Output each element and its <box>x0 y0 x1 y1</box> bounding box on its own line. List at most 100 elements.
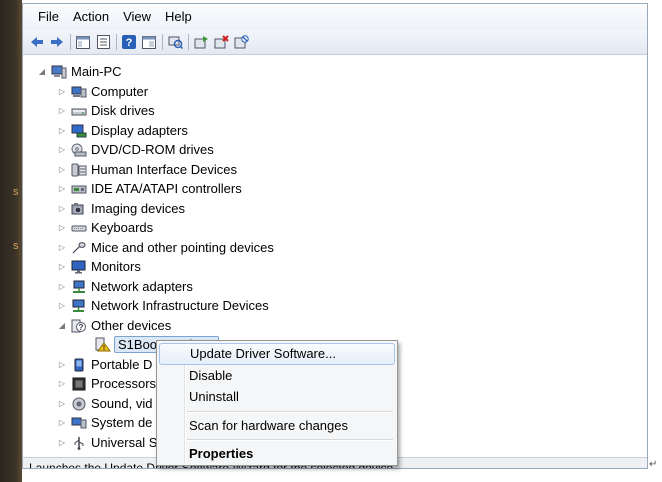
tree-item-display-adapters[interactable]: ▷ Display adapters <box>57 121 188 140</box>
update-driver-software-menu-item[interactable]: Update Driver Software... <box>159 343 395 365</box>
expand-arrow-icon[interactable]: ▷ <box>57 399 67 409</box>
tree-item-label: DVD/CD-ROM drives <box>91 142 214 157</box>
expand-arrow-icon[interactable]: ▷ <box>57 106 67 116</box>
expand-arrow-icon[interactable]: ▷ <box>57 184 67 194</box>
disable-icon[interactable] <box>233 34 249 50</box>
tree-item-sound-video[interactable]: ▷ Sound, vid <box>57 394 153 413</box>
expand-arrow-icon[interactable]: ▷ <box>57 301 67 311</box>
toolbar-separator <box>70 34 71 50</box>
update-driver-icon[interactable] <box>193 34 209 50</box>
view-icon[interactable] <box>141 34 157 50</box>
tree-item-usb-controllers[interactable]: ▷ Universal S <box>57 433 158 452</box>
monitor-icon <box>70 259 88 275</box>
expand-arrow-icon[interactable]: ▷ <box>57 360 67 370</box>
tree-item-network-adapters[interactable]: ▷ Network adapters <box>57 277 193 296</box>
properties-icon[interactable] <box>95 34 111 50</box>
tree-item-imaging-devices[interactable]: ▷ Imaging devices <box>57 199 185 218</box>
back-arrow-icon[interactable] <box>29 34 45 50</box>
tree-item-system-devices[interactable]: ▷ System de <box>57 413 153 432</box>
menu-file[interactable]: File <box>31 4 66 30</box>
expand-arrow-icon[interactable]: ▷ <box>57 145 67 155</box>
scan-hardware-icon[interactable] <box>167 34 183 50</box>
context-menu: Update Driver Software... Disable Uninst… <box>156 340 398 466</box>
tree-item-keyboards[interactable]: ▷ Keyboards <box>57 218 153 237</box>
expand-arrow-icon[interactable]: ▷ <box>57 262 67 272</box>
computer-icon <box>50 64 68 80</box>
tree-item-label: IDE ATA/ATAPI controllers <box>91 181 242 196</box>
tree-item-human-interface-devices[interactable]: ▷ Human Interface Devices <box>57 160 237 179</box>
tree-item-label: Network Infrastructure Devices <box>91 298 269 313</box>
camera-icon <box>70 201 88 217</box>
tree-item-label: Network adapters <box>91 279 193 294</box>
computer-icon <box>70 84 88 100</box>
warning-device-icon: ! <box>93 337 111 353</box>
tree-item-label: Portable D <box>91 357 153 372</box>
tree-root[interactable]: ◢ Main-PC <box>37 62 122 81</box>
speaker-icon <box>70 396 88 412</box>
expand-arrow-icon[interactable]: ▷ <box>57 223 67 233</box>
background-text-fragment: s <box>13 186 19 198</box>
context-menu-separator <box>187 411 393 413</box>
tree-item-disk-drives[interactable]: ▷ Disk drives <box>57 101 155 120</box>
display-adapter-icon <box>70 123 88 139</box>
expand-arrow-icon[interactable]: ▷ <box>57 165 67 175</box>
expand-arrow-icon[interactable]: ▷ <box>57 282 67 292</box>
tree-item-mice[interactable]: ▷ Mice and other pointing devices <box>57 238 274 257</box>
system-device-icon <box>70 415 88 431</box>
network-infrastructure-icon <box>70 298 88 314</box>
tree-item-label: Display adapters <box>91 123 188 138</box>
mouse-icon <box>70 240 88 256</box>
tree-item-label: Other devices <box>91 318 172 333</box>
help-icon[interactable]: ? <box>121 34 137 50</box>
uninstall-icon[interactable] <box>213 34 229 50</box>
keyboard-icon <box>70 220 88 236</box>
tree-item-label: Keyboards <box>91 220 154 235</box>
menu-action[interactable]: Action <box>66 4 116 30</box>
properties-menu-item[interactable]: Properties <box>159 443 395 465</box>
uninstall-menu-item[interactable]: Uninstall <box>159 386 395 408</box>
toolbar-separator <box>116 34 117 50</box>
hid-icon <box>70 162 88 178</box>
processor-icon <box>70 376 88 392</box>
forward-arrow-icon[interactable] <box>49 34 65 50</box>
dvd-drive-icon <box>70 142 88 158</box>
tree-item-processors[interactable]: ▷ Processors <box>57 374 156 393</box>
tree-item-label: Disk drives <box>91 103 155 118</box>
tree-item-network-infrastructure[interactable]: ▷ Network Infrastructure Devices <box>57 296 269 315</box>
tree-item-other-devices[interactable]: ◢ ? Other devices <box>57 316 171 335</box>
tree-root-label: Main-PC <box>71 64 122 79</box>
background-text-fragment: s <box>13 240 19 252</box>
expand-arrow-icon[interactable]: ▷ <box>57 379 67 389</box>
svg-text:!: ! <box>102 345 104 352</box>
tree-item-monitors[interactable]: ▷ Monitors <box>57 257 141 276</box>
disable-menu-item[interactable]: Disable <box>159 365 395 387</box>
tree-item-label: System de <box>91 415 153 430</box>
collapse-arrow-icon[interactable]: ◢ <box>57 321 67 331</box>
tree-item-label: Mice and other pointing devices <box>91 240 274 255</box>
menu-view[interactable]: View <box>116 4 158 30</box>
menu-help[interactable]: Help <box>158 4 199 30</box>
expand-arrow-icon[interactable]: ▷ <box>57 204 67 214</box>
menu-bar: File Action View Help <box>23 4 647 30</box>
collapse-arrow-icon[interactable]: ◢ <box>37 67 47 77</box>
tree-item-computer[interactable]: ▷ Computer <box>57 82 148 101</box>
expand-arrow-icon[interactable]: ▷ <box>57 126 67 136</box>
context-menu-separator <box>187 439 393 441</box>
tree-item-label: Imaging devices <box>91 201 185 216</box>
ide-controller-icon <box>70 181 88 197</box>
expand-arrow-icon[interactable]: ▷ <box>57 418 67 428</box>
console-tree-icon[interactable] <box>75 34 91 50</box>
tree-item-label: Human Interface Devices <box>91 162 237 177</box>
tree-item-ide-controllers[interactable]: ▷ IDE ATA/ATAPI controllers <box>57 179 242 198</box>
expand-arrow-icon[interactable]: ▷ <box>57 243 67 253</box>
usb-icon <box>70 435 88 451</box>
tree-item-dvd-drives[interactable]: ▷ DVD/CD-ROM drives <box>57 140 214 159</box>
portable-device-icon <box>70 357 88 373</box>
tree-item-label: Computer <box>91 84 149 99</box>
tree-item-label: Universal S <box>91 435 158 450</box>
expand-arrow-icon[interactable]: ▷ <box>57 438 67 448</box>
tree-item-portable-devices[interactable]: ▷ Portable D <box>57 355 153 374</box>
scan-for-hardware-changes-menu-item[interactable]: Scan for hardware changes <box>159 415 395 437</box>
expand-arrow-icon[interactable]: ▷ <box>57 87 67 97</box>
background-window-strip: s s <box>0 0 22 482</box>
